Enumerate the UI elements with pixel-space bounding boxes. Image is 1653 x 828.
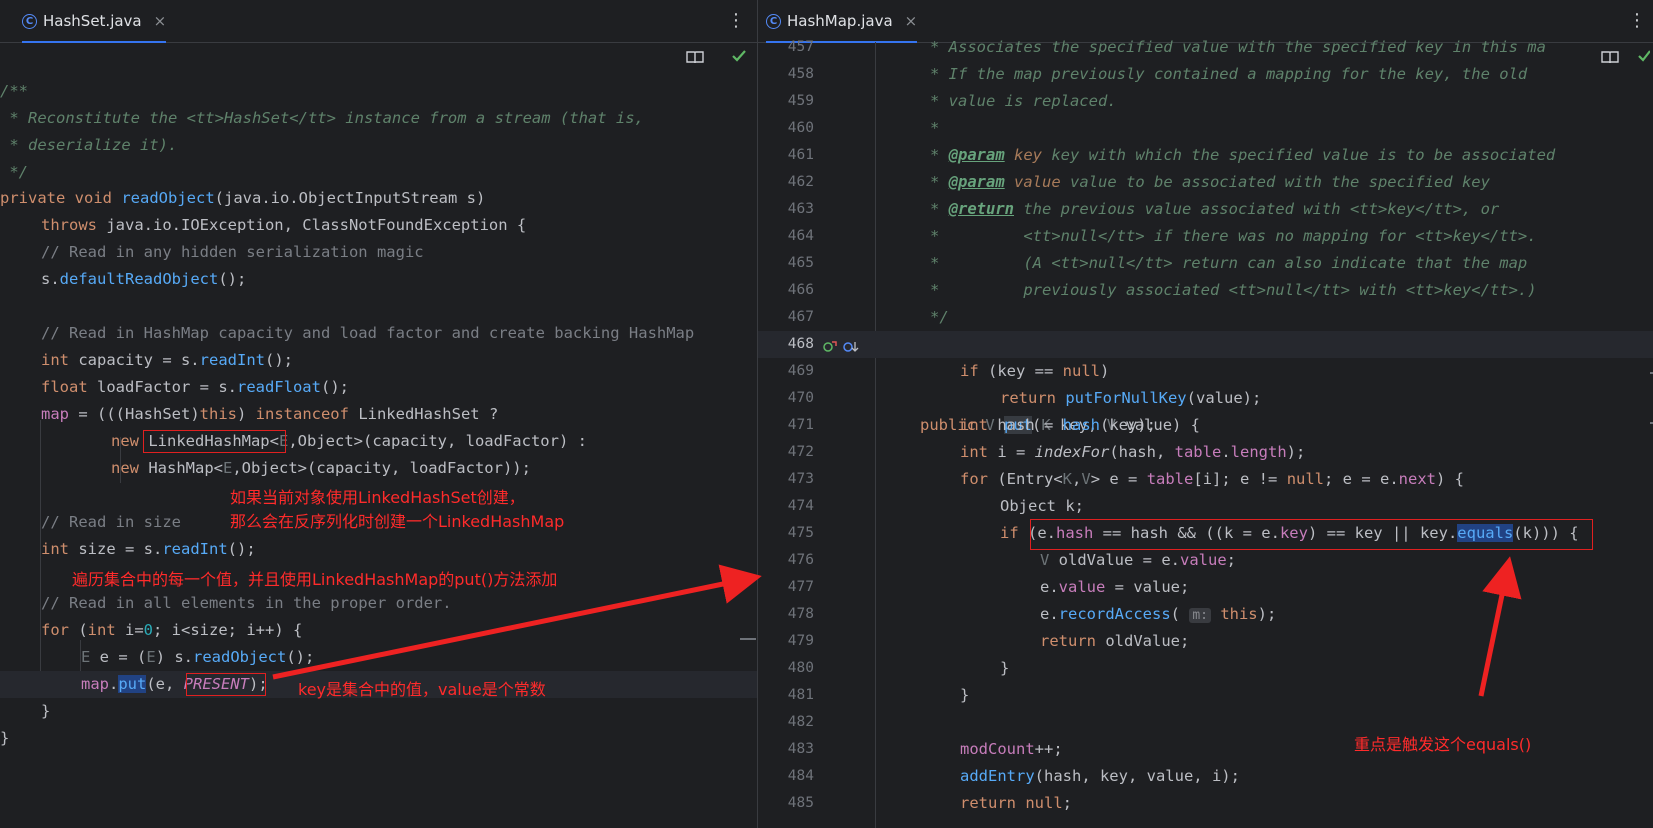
- arrow-to-put-method: [272, 564, 762, 680]
- arrow-to-equals: [1478, 556, 1522, 697]
- annotation-arrows: [272, 556, 1522, 697]
